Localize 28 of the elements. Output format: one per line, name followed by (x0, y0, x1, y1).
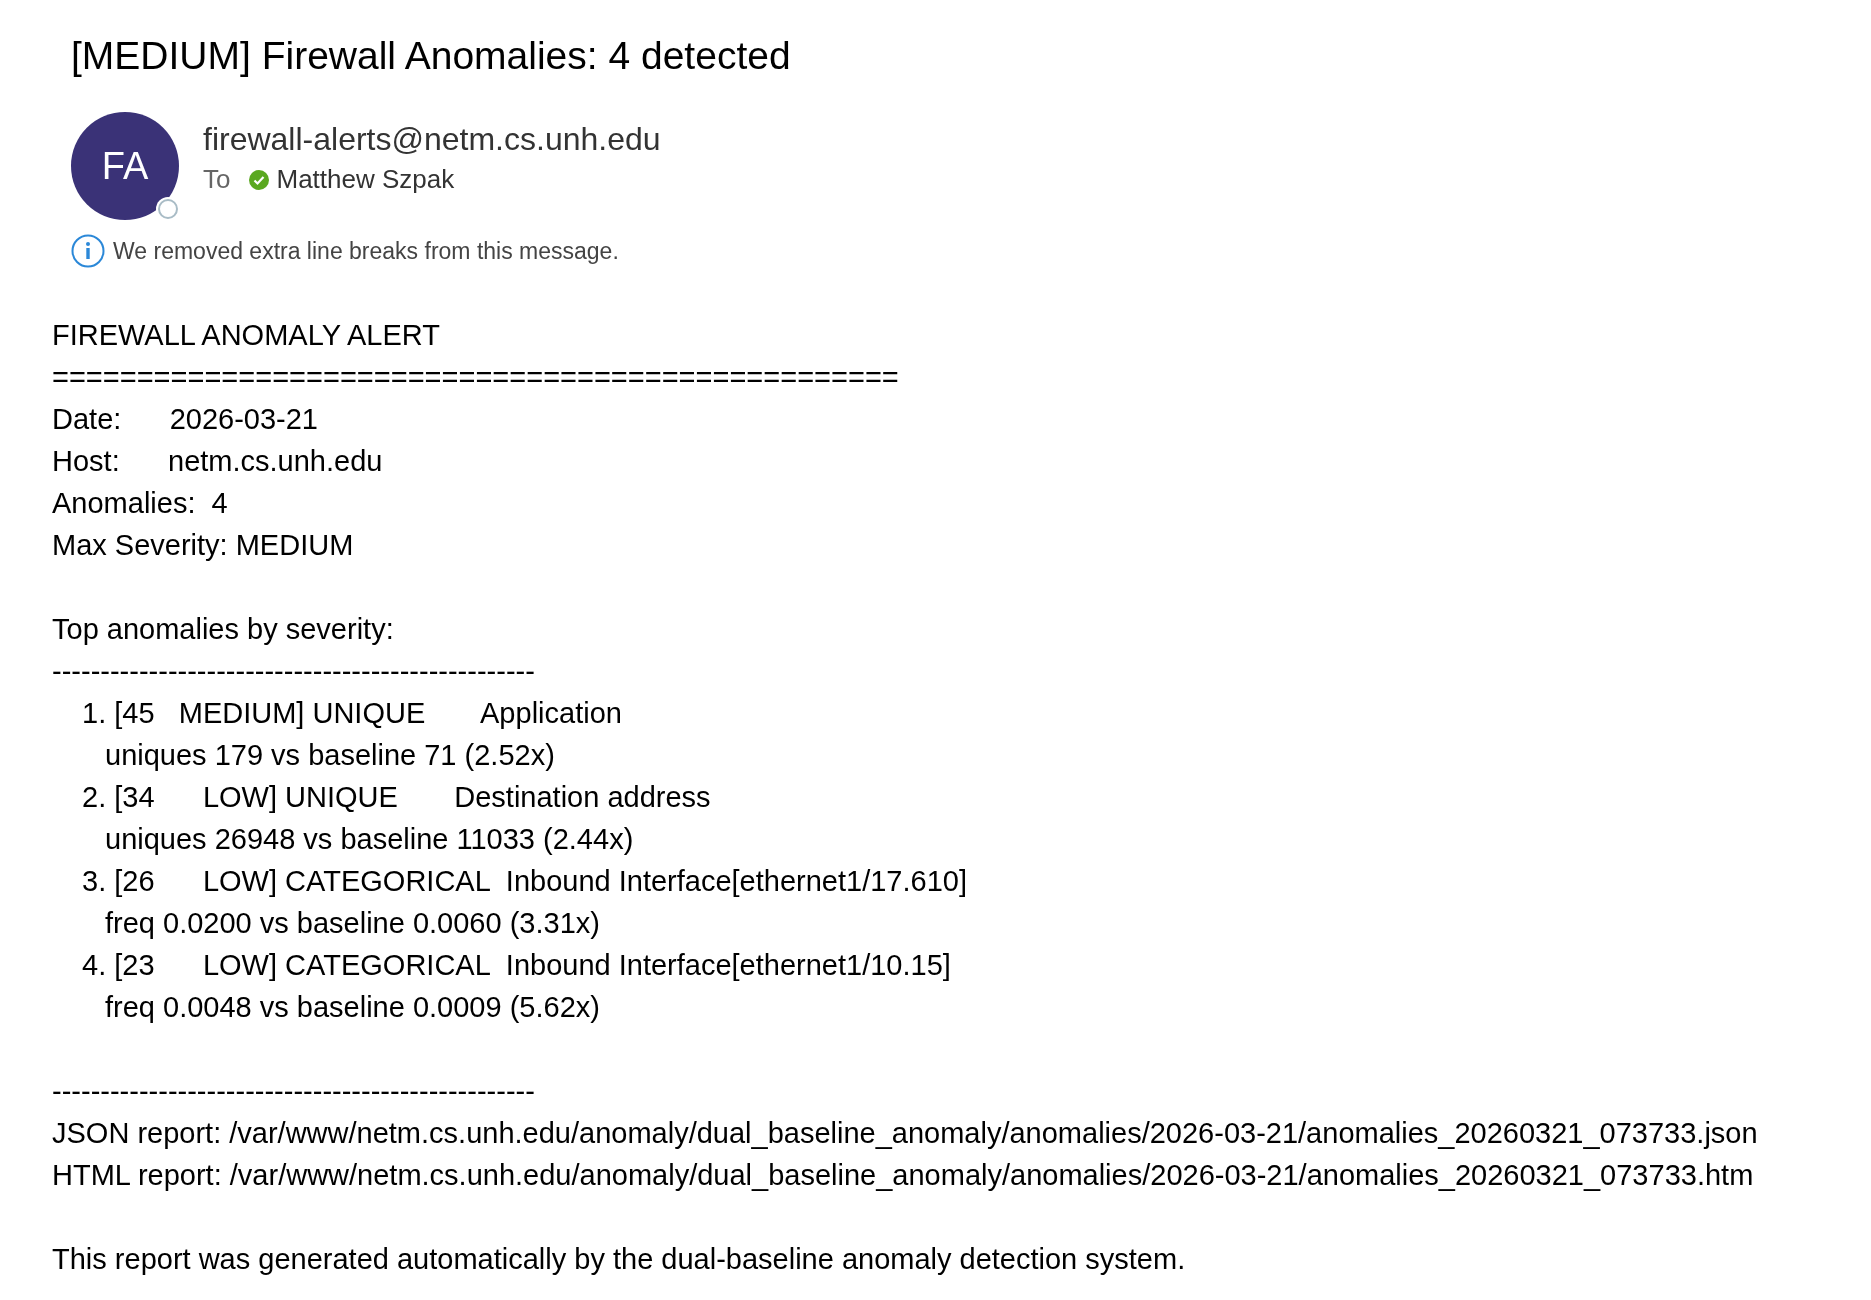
anomaly-detail: uniques 179 vs baseline 71 (2.52x) (105, 738, 555, 773)
list-heading: Top anomalies by severity: (52, 612, 394, 647)
anomaly-detail: freq 0.0048 vs baseline 0.0009 (5.62x) (105, 990, 600, 1025)
field-line: Host: netm.cs.unh.edu (52, 444, 383, 479)
anomaly-line: 4. [23 LOW] CATEGORICAL Inbound Interface[ethernet1/10.15] (82, 948, 951, 983)
anomaly-line: 3. [26 LOW] CATEGORICAL Inbound Interface[ethernet1/17.610] (82, 864, 967, 899)
anomaly-detail: freq 0.0200 vs baseline 0.0060 (3.31x) (105, 906, 600, 941)
anomaly-line: 2. [34 LOW] UNIQUE Destination address (82, 780, 711, 815)
divider-text: -------------------------------------------------- (52, 654, 535, 689)
sender-address[interactable]: firewall-alerts@netm.cs.unh.edu (203, 121, 661, 158)
footer-text: This report was generated automatically by the dual-baseline anomaly detection system. (52, 1242, 1186, 1277)
divider-text: -------------------------------------------------- (52, 1074, 535, 1109)
field-line: Max Severity: MEDIUM (52, 528, 354, 563)
field-line: Anomalies: 4 (52, 486, 228, 521)
anomaly-detail: uniques 26948 vs baseline 11033 (2.44x) (105, 822, 634, 857)
sender-avatar: FA (71, 112, 179, 220)
presence-icon (155, 196, 181, 222)
to-label: To (203, 164, 231, 195)
field-line: Date: 2026-03-21 (52, 402, 318, 437)
email-subject: [MEDIUM] Firewall Anomalies: 4 detected (71, 33, 791, 79)
report-path: JSON report: /var/www/netm.cs.unh.edu/anomaly/dual_baseline_anomaly/anomalies/2026-03-21/anomalies_20260321_073733.json (52, 1116, 1758, 1151)
anomaly-line: 1. [45 MEDIUM] UNIQUE Application (82, 696, 622, 731)
recipient-name[interactable]: Matthew Szpak (276, 164, 455, 195)
alert-heading: FIREWALL ANOMALY ALERT (52, 318, 440, 353)
divider-text: ================================================== (52, 360, 899, 395)
notice-text: We removed extra line breaks from this message. (113, 237, 619, 265)
info-icon (71, 234, 105, 268)
report-path: HTML report: /var/www/netm.cs.unh.edu/anomaly/dual_baseline_anomaly/anomalies/2026-03-21/anomalies_20260321_073733.htm (52, 1158, 1754, 1193)
